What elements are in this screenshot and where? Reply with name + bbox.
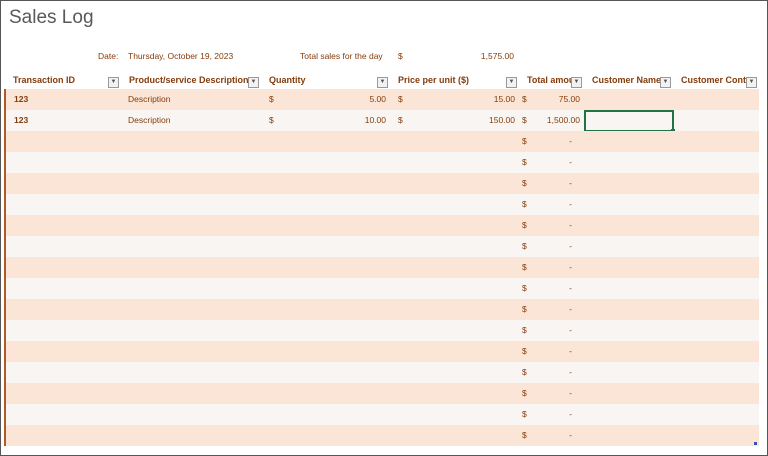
- table-row: 123 Description $5.00 $15.00 $75.00: [4, 89, 759, 110]
- total-cell[interactable]: -: [526, 362, 572, 383]
- table-row: $ -: [4, 257, 759, 278]
- total-value: 1,575.00: [480, 51, 514, 61]
- table-row: $ -: [4, 299, 759, 320]
- table-row: 123 Description $10.00 $150.00 $1,500.00: [4, 110, 759, 133]
- column-header: Quantity: [269, 75, 306, 85]
- price-cell[interactable]: 15.00: [436, 89, 515, 110]
- table-row: $ -: [4, 236, 759, 257]
- column-header: Customer Name: [592, 75, 661, 85]
- table-row: $ -: [4, 152, 759, 173]
- total-cell[interactable]: -: [526, 341, 572, 362]
- column-header: Price per unit ($): [398, 75, 470, 85]
- filter-dropdown-icon[interactable]: ▼: [746, 77, 757, 88]
- table-row: $ -: [4, 404, 759, 425]
- total-cell[interactable]: -: [526, 236, 572, 257]
- filter-dropdown-icon[interactable]: ▼: [108, 77, 119, 88]
- filter-dropdown-icon[interactable]: ▼: [660, 77, 671, 88]
- transaction-id-cell[interactable]: 123: [14, 110, 28, 131]
- total-cell[interactable]: -: [526, 404, 572, 425]
- price-currency[interactable]: $: [398, 110, 403, 131]
- filter-dropdown-icon[interactable]: ▼: [506, 77, 517, 88]
- total-label: Total sales for the day: [300, 51, 383, 61]
- total-cell[interactable]: 1,500.00: [526, 110, 580, 131]
- filter-dropdown-icon[interactable]: ▼: [571, 77, 582, 88]
- table-row: $ -: [4, 320, 759, 341]
- total-cell[interactable]: -: [526, 425, 572, 446]
- total-cell[interactable]: 75.00: [526, 89, 580, 110]
- total-cell[interactable]: -: [526, 131, 572, 152]
- total-cell[interactable]: -: [526, 383, 572, 404]
- total-cell[interactable]: -: [526, 215, 572, 236]
- total-cell[interactable]: -: [526, 278, 572, 299]
- table-row: $ -: [4, 173, 759, 194]
- total-cell[interactable]: -: [526, 152, 572, 173]
- total-cell[interactable]: -: [526, 299, 572, 320]
- description-cell[interactable]: Description: [128, 89, 171, 110]
- description-cell[interactable]: Description: [128, 110, 171, 131]
- column-header: Customer Contac: [681, 75, 747, 85]
- quantity-cell[interactable]: 5.00: [306, 89, 386, 110]
- table-resize-handle[interactable]: [754, 442, 757, 445]
- price-currency[interactable]: $: [398, 89, 403, 110]
- total-cell[interactable]: -: [526, 320, 572, 341]
- total-cell[interactable]: -: [526, 194, 572, 215]
- date-label: Date:: [98, 51, 119, 61]
- column-header: Total amou: [527, 75, 572, 85]
- column-header: Transaction ID: [13, 75, 76, 85]
- filter-dropdown-icon[interactable]: ▼: [377, 77, 388, 88]
- total-currency: $: [398, 51, 403, 61]
- selected-cell-customer-name[interactable]: [584, 110, 675, 133]
- quantity-currency[interactable]: $: [269, 110, 274, 131]
- quantity-currency[interactable]: $: [269, 89, 274, 110]
- table-row: $ -: [4, 194, 759, 215]
- total-cell[interactable]: -: [526, 173, 572, 194]
- column-header: Product/service Description: [129, 75, 249, 85]
- table-row: $ -: [4, 383, 759, 404]
- sheet-title: Sales Log: [9, 7, 94, 28]
- table-row: $ -: [4, 341, 759, 362]
- table-row: $ -: [4, 278, 759, 299]
- table-row: $ -: [4, 215, 759, 236]
- filter-dropdown-icon[interactable]: ▼: [248, 77, 259, 88]
- table-row: $ -: [4, 362, 759, 383]
- table-row: $ -: [4, 425, 759, 446]
- date-value[interactable]: Thursday, October 19, 2023: [128, 51, 233, 61]
- table-row: $ -: [4, 131, 759, 152]
- total-cell[interactable]: -: [526, 257, 572, 278]
- price-cell[interactable]: 150.00: [436, 110, 515, 131]
- quantity-cell[interactable]: 10.00: [306, 110, 386, 131]
- table-body: 123 Description $5.00 $15.00 $75.00 123 Descri…: [4, 89, 759, 446]
- transaction-id-cell[interactable]: 123: [14, 89, 28, 110]
